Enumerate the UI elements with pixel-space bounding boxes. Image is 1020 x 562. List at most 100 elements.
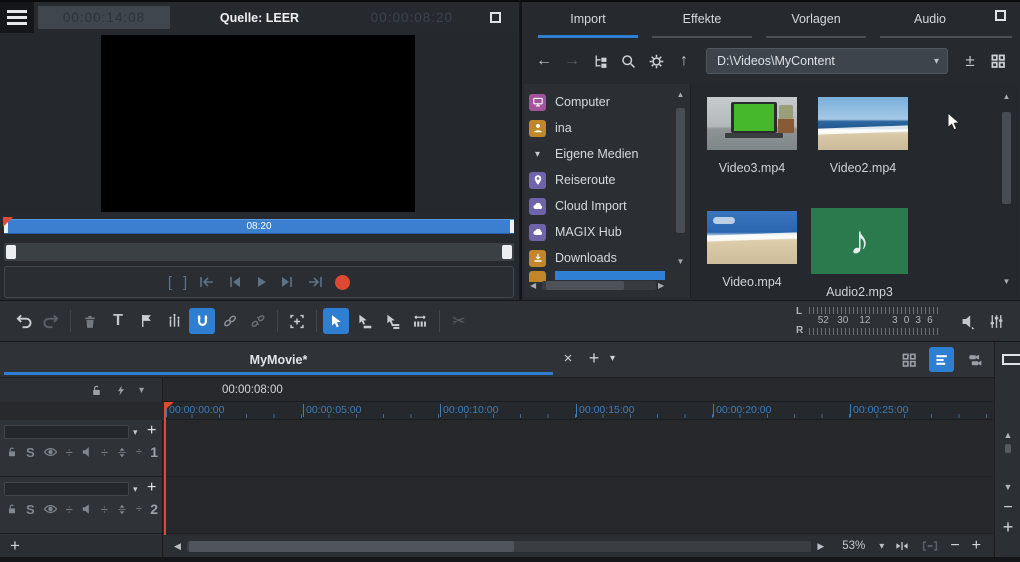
tree-item-reiseroute[interactable]: Reiseroute bbox=[529, 167, 670, 193]
scroll-down-icon[interactable]: ▼ bbox=[995, 482, 1020, 492]
scrollbar-thumb[interactable] bbox=[546, 281, 624, 290]
zoom-position-icon[interactable] bbox=[894, 540, 910, 552]
ungroup-unlink-icon[interactable] bbox=[245, 308, 271, 334]
add-effect-icon[interactable]: + bbox=[147, 422, 156, 440]
file-video2[interactable]: Video2.mp4 bbox=[818, 97, 908, 175]
delete-icon[interactable] bbox=[77, 308, 103, 334]
mute-speaker-icon[interactable] bbox=[81, 503, 93, 515]
video-screen[interactable] bbox=[101, 35, 415, 212]
visibility-eye-icon[interactable] bbox=[43, 503, 58, 515]
tab-effekte[interactable]: Effekte bbox=[646, 8, 758, 38]
play-icon[interactable] bbox=[254, 275, 268, 289]
vertical-zoom-in-button[interactable]: + bbox=[995, 518, 1020, 536]
hamburger-menu-icon[interactable] bbox=[0, 2, 34, 33]
view-options-grid-icon[interactable] bbox=[986, 49, 1010, 73]
timeline-tracks-area[interactable] bbox=[164, 420, 993, 535]
scrollbar-track[interactable] bbox=[542, 281, 656, 290]
mouse-mode-single-icon[interactable] bbox=[351, 308, 377, 334]
lightning-icon[interactable] bbox=[115, 384, 127, 397]
tree-selection-highlight[interactable] bbox=[555, 271, 665, 280]
track-name-field[interactable] bbox=[4, 482, 129, 496]
project-list-chevron-icon[interactable]: ▾ bbox=[610, 353, 615, 364]
mute-speaker-icon[interactable] bbox=[81, 446, 93, 458]
volume-fade-icon[interactable]: ÷ bbox=[66, 503, 73, 516]
timeline-horizontal-scrollbar[interactable] bbox=[187, 541, 811, 552]
zoom-presets-chevron-icon[interactable]: ▾ bbox=[875, 541, 888, 552]
range-end-handle[interactable] bbox=[510, 220, 514, 233]
object-zoom-icon[interactable] bbox=[284, 308, 310, 334]
add-project-icon[interactable]: + bbox=[584, 348, 604, 370]
tree-item-ina[interactable]: ina bbox=[529, 115, 670, 141]
next-frame-icon[interactable] bbox=[279, 275, 295, 289]
chevron-down-icon[interactable]: ▾ bbox=[529, 149, 546, 160]
tab-import[interactable]: Import bbox=[532, 8, 644, 38]
scrollbar-thumb[interactable] bbox=[1002, 112, 1011, 204]
preview-playhead-marker[interactable] bbox=[3, 217, 13, 227]
tree-item-downloads[interactable]: Downloads bbox=[529, 245, 670, 271]
tree-item-cloud-import[interactable]: Cloud Import bbox=[529, 193, 670, 219]
speaker-icon[interactable] bbox=[955, 308, 981, 334]
tree-item-computer[interactable]: Computer bbox=[529, 89, 670, 115]
file-audio2[interactable]: ♪ Audio2.mp3 bbox=[811, 208, 908, 299]
split-scissors-icon[interactable]: ✂ bbox=[446, 308, 472, 334]
project-tab[interactable]: MyMovie* bbox=[4, 342, 553, 378]
timeline-mode-icon[interactable] bbox=[929, 347, 954, 372]
redo-icon[interactable] bbox=[38, 308, 64, 334]
lock-icon[interactable] bbox=[6, 446, 18, 458]
transition-fade-icon[interactable]: ÷ bbox=[101, 503, 108, 516]
forward-icon[interactable]: → bbox=[560, 49, 584, 73]
track-lane-2[interactable] bbox=[164, 477, 993, 534]
scroll-down-icon[interactable]: ▼ bbox=[674, 257, 687, 266]
previous-frame-icon[interactable] bbox=[227, 275, 243, 289]
scrollbar-thumb[interactable] bbox=[676, 108, 685, 233]
tree-vertical-scrollbar[interactable]: ▲ ▼ bbox=[674, 90, 687, 266]
preview-range-bar[interactable]: 08:20 bbox=[4, 219, 514, 234]
mark-out-button[interactable]: ] bbox=[183, 274, 187, 291]
scroll-down-icon[interactable]: ▼ bbox=[1000, 277, 1013, 286]
files-vertical-scrollbar[interactable]: ▲ ▼ bbox=[1000, 92, 1013, 286]
up-folder-icon[interactable]: ↑ bbox=[672, 49, 696, 73]
volume-fade-icon[interactable]: ÷ bbox=[66, 446, 73, 459]
lock-icon[interactable] bbox=[90, 384, 103, 397]
timeline-maximize-button[interactable] bbox=[1002, 354, 1020, 365]
scroll-up-icon[interactable]: ▲ bbox=[1000, 92, 1013, 101]
scroll-left-handle[interactable] bbox=[6, 245, 16, 259]
media-pool-maximize-button[interactable] bbox=[995, 10, 1006, 21]
scroll-left-icon[interactable]: ◀ bbox=[530, 281, 540, 290]
add-effect-icon[interactable]: + bbox=[147, 479, 156, 497]
text-tool-icon[interactable]: T bbox=[105, 308, 131, 334]
snap-magnet-icon[interactable] bbox=[189, 308, 215, 334]
jump-to-start-icon[interactable] bbox=[198, 275, 216, 289]
timeline-playhead[interactable] bbox=[164, 402, 166, 535]
track-name-field[interactable] bbox=[4, 425, 129, 439]
tab-audio[interactable]: Audio bbox=[874, 8, 986, 38]
file-video3[interactable]: Video3.mp4 bbox=[707, 97, 797, 175]
solo-button[interactable]: S bbox=[26, 445, 35, 460]
marker-flag-icon[interactable] bbox=[133, 308, 159, 334]
folder-tree-icon[interactable] bbox=[588, 49, 612, 73]
visibility-eye-icon[interactable] bbox=[43, 446, 58, 458]
mouse-mode-all-tracks-icon[interactable] bbox=[379, 308, 405, 334]
solo-button[interactable]: S bbox=[26, 502, 35, 517]
import-export-icon[interactable]: ± bbox=[958, 49, 982, 73]
timeline-ruler[interactable]: 00:00:00:00 00:00:05:00 00:00:10:00 00:0… bbox=[164, 402, 993, 420]
group-link-icon[interactable] bbox=[217, 308, 243, 334]
mark-in-button[interactable]: [ bbox=[168, 274, 172, 291]
record-button[interactable] bbox=[335, 275, 350, 290]
zoom-out-button[interactable]: − bbox=[950, 538, 959, 554]
gear-icon[interactable] bbox=[644, 49, 668, 73]
mixer-icon[interactable] bbox=[983, 308, 1009, 334]
track-height-icon[interactable] bbox=[116, 446, 128, 459]
back-icon[interactable]: ← bbox=[532, 49, 556, 73]
overview-mode-icon[interactable] bbox=[922, 540, 938, 552]
close-project-icon[interactable]: × bbox=[558, 350, 578, 370]
tab-vorlagen[interactable]: Vorlagen bbox=[760, 8, 872, 38]
transition-fade-icon[interactable]: ÷ bbox=[101, 446, 108, 459]
track-height-icon[interactable] bbox=[116, 503, 128, 516]
storyboard-mode-icon[interactable] bbox=[896, 347, 921, 372]
zoom-in-button[interactable]: + bbox=[972, 538, 981, 554]
preview-maximize-button[interactable] bbox=[490, 12, 501, 23]
curve-fade-icon[interactable]: ÷ bbox=[136, 504, 142, 515]
scroll-up-icon[interactable]: ▲ bbox=[674, 90, 687, 99]
tree-item-magix-hub[interactable]: MAGIX Hub bbox=[529, 219, 670, 245]
